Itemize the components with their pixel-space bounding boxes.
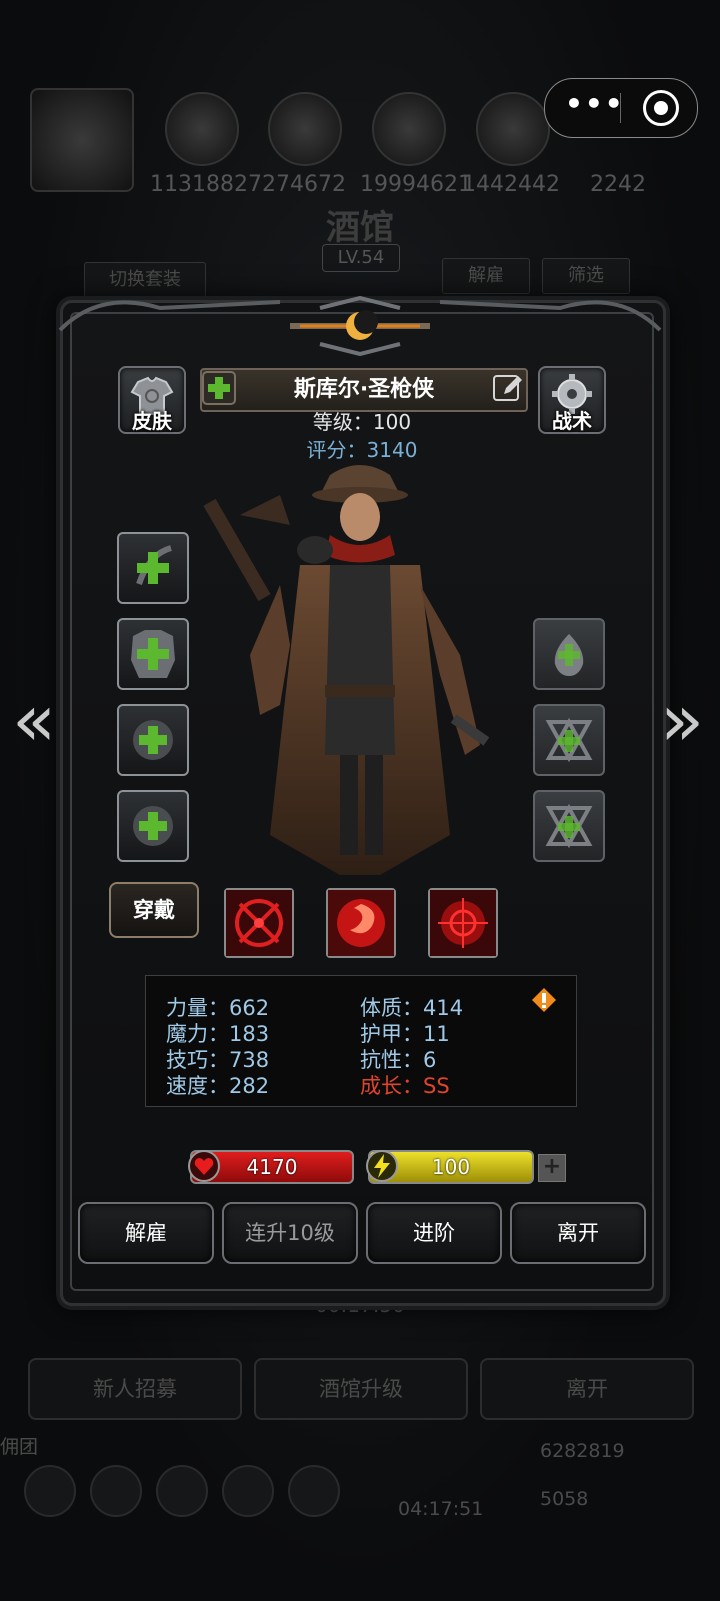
rune-slot-icon (545, 803, 593, 849)
menu-icon (90, 1465, 142, 1517)
plus-icon (133, 720, 173, 760)
rune-slot-icon (545, 717, 593, 763)
plus-icon[interactable] (202, 371, 236, 405)
tactics-label: 战术 (552, 409, 592, 433)
skill-slot-1[interactable] (224, 888, 294, 958)
level-up-10-button[interactable]: 连升10级 (222, 1202, 358, 1264)
menu-icon (156, 1465, 208, 1517)
player-avatar (30, 88, 134, 192)
resource-icon (372, 92, 446, 166)
resource-count: 274672 (262, 172, 346, 197)
hero-portrait (203, 465, 490, 875)
energy-bar: 100 (366, 1150, 534, 1184)
hero-stats-box: 力量：662 魔力：183 技巧：738 速度：282 体质：414 护甲：11… (145, 975, 577, 1107)
edit-icon[interactable] (492, 372, 524, 404)
close-target-icon[interactable] (643, 90, 679, 126)
stat-speed: 速度：282 (166, 1074, 270, 1098)
gold-count: 6282819 (540, 1440, 625, 1462)
crosshair-skill-icon (226, 890, 292, 956)
resource-count: 11318827 (150, 172, 262, 197)
equip-slot-rune[interactable] (533, 704, 605, 776)
skin-label: 皮肤 (132, 409, 172, 433)
equip-slot-accessory[interactable] (117, 704, 189, 776)
hp-value: 4170 (246, 1155, 298, 1179)
equip-slot-gem[interactable] (533, 618, 605, 690)
more-icon[interactable]: ••• (565, 90, 623, 122)
plus-icon (131, 630, 175, 678)
add-energy-button[interactable]: + (538, 1154, 566, 1182)
next-hero-arrow-icon[interactable]: » (652, 684, 712, 760)
resource-count: 2242 (590, 172, 646, 197)
skill-slot-2[interactable] (326, 888, 396, 958)
resource-icon (165, 92, 239, 166)
warning-icon[interactable] (530, 986, 558, 1014)
equip-slot-weapon[interactable] (117, 532, 189, 604)
recruit-button: 新人招募 (28, 1358, 242, 1420)
skin-button[interactable]: 皮肤 (118, 366, 186, 434)
energy-value: 100 (431, 1155, 471, 1179)
resource-count: 19994621 (360, 172, 472, 197)
leave-button[interactable]: 离开 (510, 1202, 646, 1264)
resource-icon (268, 92, 342, 166)
target-skill-icon (430, 890, 496, 956)
equip-slot-accessory[interactable] (117, 790, 189, 862)
capsule-divider (620, 93, 621, 123)
menu-icon (222, 1465, 274, 1517)
tavern-level: LV.54 (322, 244, 400, 272)
menu-icon (288, 1465, 340, 1517)
dismiss-button[interactable]: 解雇 (78, 1202, 214, 1264)
tavern-title: 酒馆 (326, 208, 394, 248)
equip-slot-rune[interactable] (533, 790, 605, 862)
equip-slot-armor[interactable] (117, 618, 189, 690)
wear-button[interactable]: 穿戴 (109, 882, 199, 938)
bottom-timer: 04:17:51 (398, 1498, 484, 1520)
gem-slot-icon (554, 634, 584, 676)
leave-tavern-button: 离开 (480, 1358, 694, 1420)
stat-growth: 成长：SS (360, 1074, 450, 1098)
tavern-upgrade-button: 酒馆升级 (254, 1358, 468, 1420)
hero-name: 斯库尔·圣枪侠 (293, 377, 435, 402)
menu-icon (24, 1465, 76, 1517)
tactics-button[interactable]: 战术 (538, 366, 606, 434)
resource-count: 1442442 (462, 172, 560, 197)
skill-slot-3[interactable] (428, 888, 498, 958)
plus-icon (133, 806, 173, 846)
advance-button[interactable]: 进阶 (366, 1202, 502, 1264)
gem-count: 5058 (540, 1488, 589, 1510)
miniprogram-capsule: ••• (544, 78, 698, 138)
previous-hero-arrow-icon[interactable]: « (4, 684, 64, 760)
hero-level: 等级：100 (312, 410, 412, 434)
hp-bar: 4170 (188, 1150, 354, 1184)
swirl-skill-icon (328, 890, 394, 956)
resource-icon (476, 92, 550, 166)
plus-icon (136, 545, 172, 585)
crescent-ornament (290, 296, 430, 356)
corner-label: 佣团 (0, 1436, 39, 1458)
